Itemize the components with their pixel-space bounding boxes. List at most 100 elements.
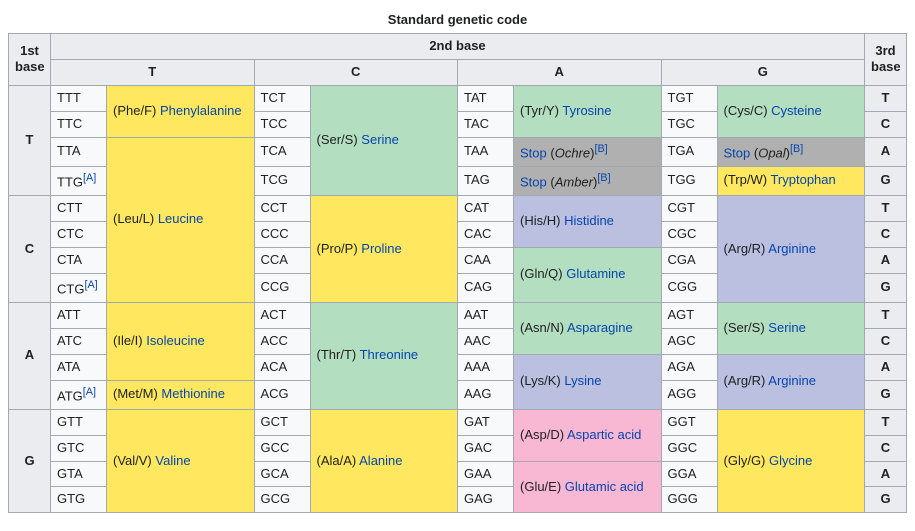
- link-arginine[interactable]: Arginine: [768, 241, 816, 256]
- codon-TGC: TGC: [661, 111, 717, 137]
- link-glycine[interactable]: Glycine: [769, 453, 812, 468]
- codon-AGA: AGA: [661, 354, 717, 380]
- aa-thr: (Thr/T) Threonine: [310, 302, 458, 409]
- link-stop-opal[interactable]: Stop: [724, 145, 751, 160]
- codon-TTT: TTT: [51, 85, 107, 111]
- codon-ATA: ATA: [51, 354, 107, 380]
- codon-AAG: AAG: [458, 380, 514, 409]
- codon-GCC: GCC: [254, 435, 310, 461]
- row-third-T: T: [865, 85, 907, 111]
- row-third-A: A: [865, 137, 907, 166]
- stop-amber: Stop (Amber)[B]: [514, 166, 662, 195]
- link-glutamine[interactable]: Glutamine: [566, 266, 625, 281]
- codon-GAG: GAG: [458, 487, 514, 513]
- codon-AGT: AGT: [661, 302, 717, 328]
- link-stop-ochre[interactable]: Stop: [520, 145, 547, 160]
- codon-AAT: AAT: [458, 302, 514, 328]
- codon-CGG: CGG: [661, 273, 717, 302]
- header-col-T: T: [51, 59, 255, 85]
- aa-trp: (Trp/W) Tryptophan: [717, 166, 865, 195]
- row-third-G: G: [865, 166, 907, 195]
- aa-tyr: (Tyr/Y) Tyrosine: [514, 85, 662, 137]
- link-histidine[interactable]: Histidine: [564, 213, 614, 228]
- ref-b-tag[interactable]: [B]: [597, 172, 610, 184]
- codon-GAC: GAC: [458, 435, 514, 461]
- aa-ile: (Ile/I) Isoleucine: [107, 302, 255, 380]
- row-third-C: C: [865, 111, 907, 137]
- link-stop-amber[interactable]: Stop: [520, 174, 547, 189]
- codon-TTC: TTC: [51, 111, 107, 137]
- codon-TGG: TGG: [661, 166, 717, 195]
- aa-leu: (Leu/L) Leucine: [107, 137, 255, 302]
- aa-phe: (Phe/F) Phenylalanine: [107, 85, 255, 137]
- codon-CCC: CCC: [254, 221, 310, 247]
- ref-b-tga[interactable]: [B]: [790, 143, 803, 155]
- aa-asp: (Asp/D) Aspartic acid: [514, 409, 662, 461]
- ref-a-atg[interactable]: [A]: [83, 386, 96, 398]
- row-first-A: A: [9, 302, 51, 409]
- link-aspartic-acid[interactable]: Aspartic acid: [567, 427, 641, 442]
- aa-arg-ag: (Arg/R) Arginine: [717, 354, 865, 409]
- header-col-G: G: [661, 59, 865, 85]
- link-tyrosine[interactable]: Tyrosine: [562, 103, 611, 118]
- link-lysine[interactable]: Lysine: [564, 373, 601, 388]
- link-arginine-ag[interactable]: Arginine: [768, 373, 816, 388]
- codon-TAC: TAC: [458, 111, 514, 137]
- codon-CAC: CAC: [458, 221, 514, 247]
- link-serine-ag[interactable]: Serine: [768, 320, 806, 335]
- codon-TAT: TAT: [458, 85, 514, 111]
- codon-AGG: AGG: [661, 380, 717, 409]
- link-asparagine[interactable]: Asparagine: [567, 320, 633, 335]
- aa-glu: (Glu/E) Glutamic acid: [514, 461, 662, 513]
- link-phenylalanine[interactable]: Phenylalanine: [160, 103, 242, 118]
- ref-a-ctg[interactable]: [A]: [84, 279, 97, 291]
- codon-GTT: GTT: [51, 409, 107, 435]
- link-alanine[interactable]: Alanine: [359, 453, 402, 468]
- codon-GCA: GCA: [254, 461, 310, 487]
- codon-ACC: ACC: [254, 328, 310, 354]
- codon-CGA: CGA: [661, 247, 717, 273]
- stop-ochre: Stop (Ochre)[B]: [514, 137, 662, 166]
- aa-lys: (Lys/K) Lysine: [514, 354, 662, 409]
- link-threonine[interactable]: Threonine: [360, 347, 419, 362]
- link-methionine[interactable]: Methionine: [161, 386, 225, 401]
- table-caption: Standard genetic code: [8, 8, 907, 33]
- codon-GGG: GGG: [661, 487, 717, 513]
- codon-CCT: CCT: [254, 196, 310, 222]
- codon-GCT: GCT: [254, 409, 310, 435]
- link-tryptophan[interactable]: Tryptophan: [770, 172, 835, 187]
- ref-b-taa[interactable]: [B]: [594, 143, 607, 155]
- codon-TCC: TCC: [254, 111, 310, 137]
- codon-CTT: CTT: [51, 196, 107, 222]
- aa-his: (His/H) Histidine: [514, 196, 662, 248]
- link-leucine[interactable]: Leucine: [158, 211, 204, 226]
- codon-AGC: AGC: [661, 328, 717, 354]
- link-isoleucine[interactable]: Isoleucine: [146, 333, 205, 348]
- ref-a-ttg[interactable]: [A]: [83, 172, 96, 184]
- codon-GGT: GGT: [661, 409, 717, 435]
- link-proline[interactable]: Proline: [361, 241, 401, 256]
- aa-gln: (Gln/Q) Glutamine: [514, 247, 662, 302]
- codon-CAT: CAT: [458, 196, 514, 222]
- row-first-G: G: [9, 409, 51, 513]
- codon-ACG: ACG: [254, 380, 310, 409]
- codon-CAG: CAG: [458, 273, 514, 302]
- codon-TGT: TGT: [661, 85, 717, 111]
- codon-ATC: ATC: [51, 328, 107, 354]
- link-glutamic-acid[interactable]: Glutamic acid: [565, 479, 644, 494]
- codon-TTA: TTA: [51, 137, 107, 166]
- link-cysteine[interactable]: Cysteine: [771, 103, 822, 118]
- stop-opal: Stop (Opal)[B]: [717, 137, 865, 166]
- row-first-C: C: [9, 196, 51, 303]
- codon-GGA: GGA: [661, 461, 717, 487]
- aa-asn: (Asn/N) Asparagine: [514, 302, 662, 354]
- codon-GAT: GAT: [458, 409, 514, 435]
- row-first-T: T: [9, 85, 51, 195]
- link-serine[interactable]: Serine: [361, 132, 399, 147]
- link-valine[interactable]: Valine: [155, 453, 190, 468]
- codon-table: Standard genetic code 1stbase 2nd base 3…: [8, 8, 907, 513]
- codon-GTG: GTG: [51, 487, 107, 513]
- codon-ACT: ACT: [254, 302, 310, 328]
- codon-CAA: CAA: [458, 247, 514, 273]
- codon-AAA: AAA: [458, 354, 514, 380]
